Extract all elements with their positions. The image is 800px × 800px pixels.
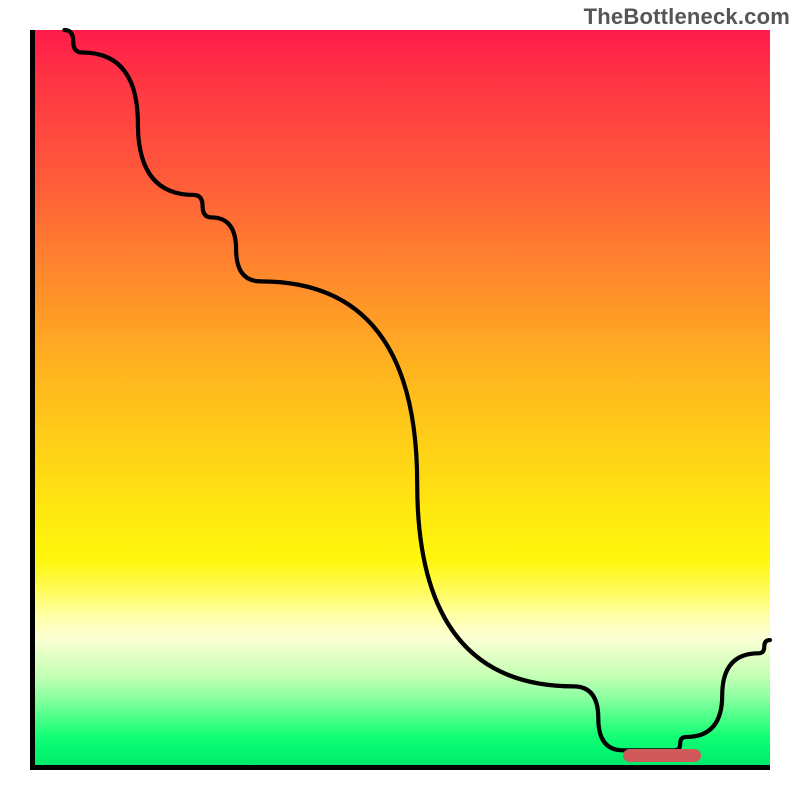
curve-svg <box>35 30 770 765</box>
plot-frame <box>30 30 770 770</box>
chart-container: TheBottleneck.com <box>0 0 800 800</box>
optimal-range-marker <box>623 749 701 762</box>
bottleneck-curve <box>64 30 770 750</box>
attribution-text: TheBottleneck.com <box>584 4 790 30</box>
plot-area <box>35 30 770 765</box>
